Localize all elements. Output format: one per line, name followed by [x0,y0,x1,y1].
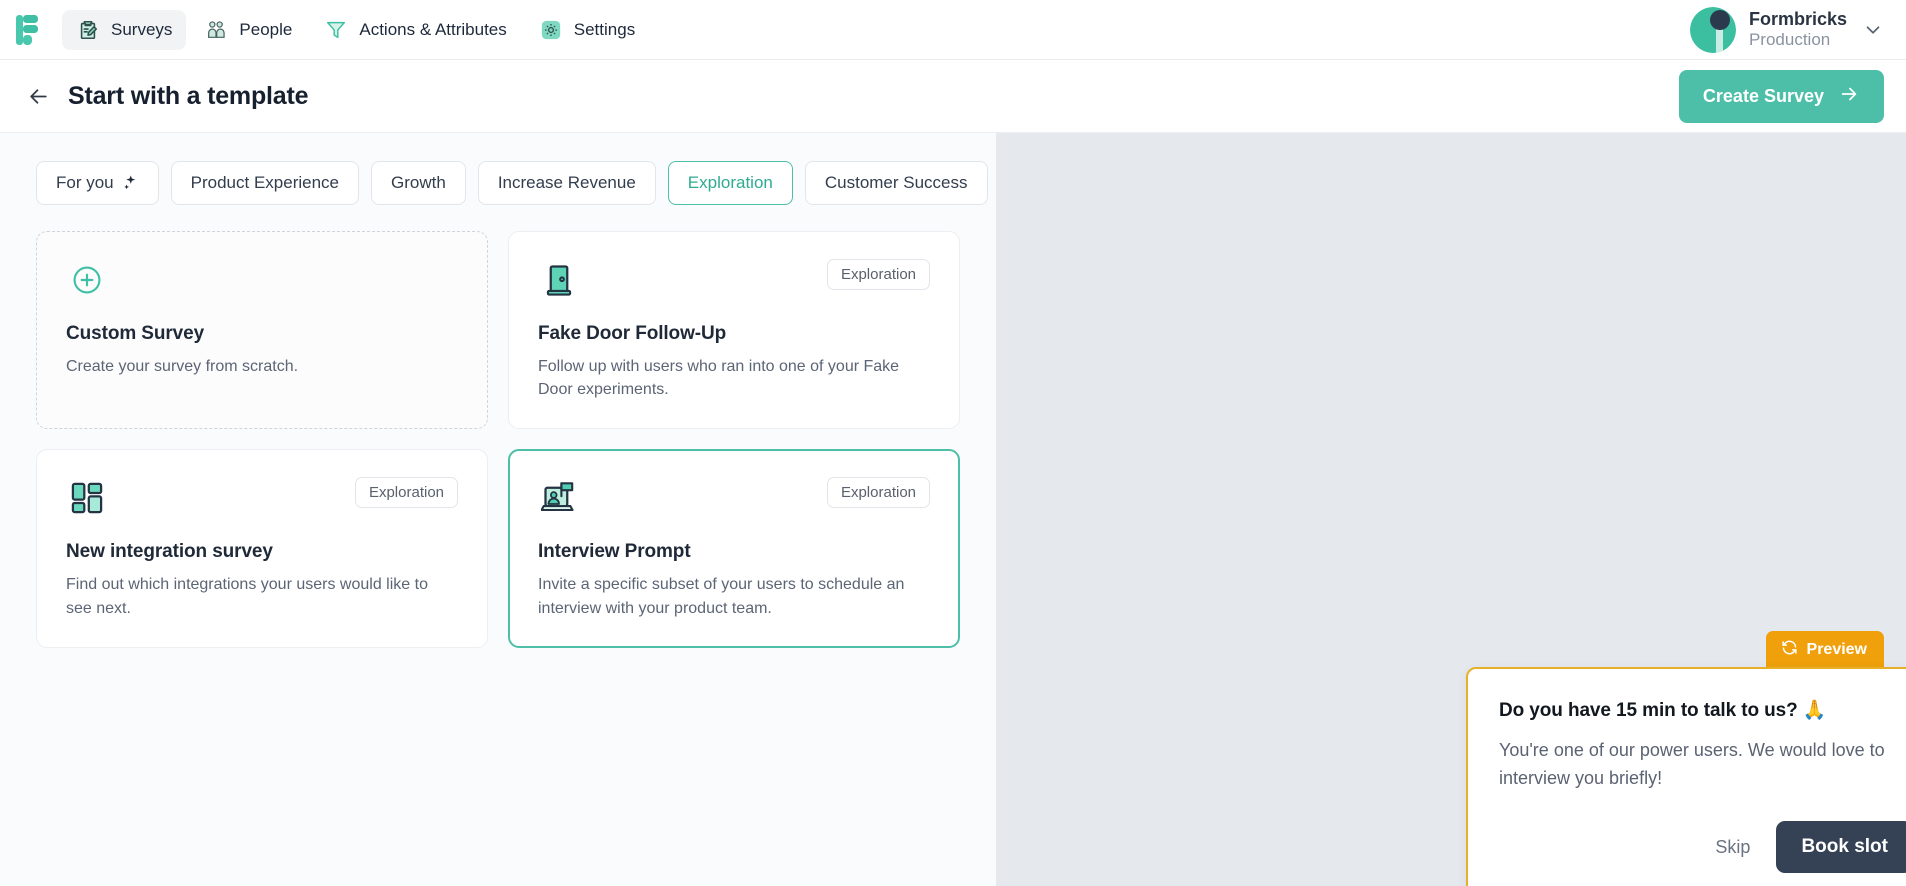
page-title: Start with a template [68,81,309,110]
filter-tab-label: Exploration [687,173,773,192]
app-root: Surveys People Actions & Attributes Sett… [0,0,1906,886]
door-icon [538,259,580,301]
filter-tab-label: Growth [391,173,446,192]
nav-item-settings[interactable]: Settings [525,10,649,50]
plus-circle-icon [66,259,108,301]
filter-tab-label: Increase Revenue [497,173,636,192]
organization-switcher[interactable]: Formbricks Production [1689,6,1890,53]
template-title: New integration survey [66,541,273,563]
template-title: Custom Survey [66,323,205,344]
page-header: Start with a template Create Survey [0,60,1906,133]
preview-container: Preview Do you have 15 min to talk to us… [1466,631,1906,886]
template-card-custom-survey[interactable]: Custom Survey Create your survey from sc… [36,231,488,430]
filter-tab-growth[interactable]: Growth [371,161,466,205]
template-title: Fake Door Follow-Up [538,323,727,344]
card-header: Exploration [66,477,458,519]
top-navigation-bar: Surveys People Actions & Attributes Sett… [0,0,1906,60]
organization-text: Formbricks Production [1749,9,1847,50]
arrow-left-icon[interactable] [20,78,56,114]
nav-item-actions-attributes[interactable]: Actions & Attributes [310,10,520,50]
nav-items: Surveys People Actions & Attributes Sett… [62,9,649,50]
template-card-interview-prompt[interactable]: Exploration Interview Prompt Invite a sp… [508,449,960,648]
organization-name: Formbricks [1748,8,1847,29]
nav-item-label: Actions & Attributes [359,19,507,39]
card-header: Exploration [538,259,930,301]
filter-tab-label: Product Experience [190,173,340,192]
arrow-right-icon [1838,83,1860,110]
preview-tab-label: Preview [1806,641,1867,659]
skip-button[interactable]: Skip [1711,831,1754,864]
nav-item-surveys[interactable]: Surveys [62,9,187,50]
survey-preview-card: Do you have 15 min to talk to us? 🙏 You'… [1466,667,1906,886]
card-header: Exploration [538,477,930,519]
people-icon [204,18,228,42]
layout-dashboard-icon [66,477,108,519]
template-browser-pane: For you Product Experience Growth Increa… [0,133,996,886]
nav-item-label: Settings [573,19,636,39]
filter-tab-customer-success[interactable]: Customer Success [804,161,988,205]
page-body: For you Product Experience Growth Increa… [0,133,1906,886]
nav-item-people[interactable]: People [190,10,306,50]
template-badge: Exploration [354,477,458,509]
presentation-person-icon [538,477,580,519]
chevron-down-icon[interactable] [1860,17,1886,43]
environment-label: Production [1748,30,1831,50]
template-title: Interview Prompt [538,541,691,563]
survey-question-headline: Do you have 15 min to talk to us? 🙏 [1499,700,1827,722]
filter-tab-increase-revenue[interactable]: Increase Revenue [477,161,656,205]
template-badge: Exploration [826,259,930,290]
survey-action-row: Skip Book slot [1499,821,1906,873]
card-header [66,259,458,301]
survey-question-subheader: You're one of our power users. We would … [1499,740,1885,789]
template-grid: Custom Survey Create your survey from sc… [0,231,996,648]
create-survey-label: Create Survey [1702,85,1824,106]
funnel-icon [324,18,348,42]
template-description: Find out which integrations your users w… [66,576,428,617]
filter-tab-exploration[interactable]: Exploration [667,161,793,205]
gear-icon [539,18,563,42]
preview-tab-button[interactable]: Preview [1765,631,1884,671]
refresh-icon [1781,639,1798,661]
nav-item-label: Surveys [111,19,173,39]
template-description: Follow up with users who ran into one of… [538,358,900,399]
clipboard-pencil-icon [76,18,100,42]
avatar [1689,6,1736,53]
filter-tab-label: Customer Success [824,173,968,192]
sparkles-icon [121,174,139,192]
filter-tab-label: For you [56,173,114,192]
template-card-fake-door-follow-up[interactable]: Exploration Fake Door Follow-Up Follow u… [508,231,960,430]
book-slot-button[interactable]: Book slot [1776,821,1906,873]
template-description: Invite a specific subset of your users t… [538,576,905,617]
nav-item-label: People [239,19,293,39]
formbricks-logo[interactable] [14,14,46,46]
filter-tab-for-you[interactable]: For you [36,161,159,205]
filter-tab-product-experience[interactable]: Product Experience [170,161,360,205]
avatar-dot [1709,9,1730,30]
survey-preview-pane: Preview Do you have 15 min to talk to us… [996,133,1906,886]
template-badge: Exploration [826,477,930,509]
template-description: Create your survey from scratch. [66,358,299,375]
create-survey-button[interactable]: Create Survey [1678,69,1884,123]
template-card-new-integration-survey[interactable]: Exploration New integration survey Find … [36,449,488,648]
category-filter-bar: For you Product Experience Growth Increa… [0,161,996,205]
